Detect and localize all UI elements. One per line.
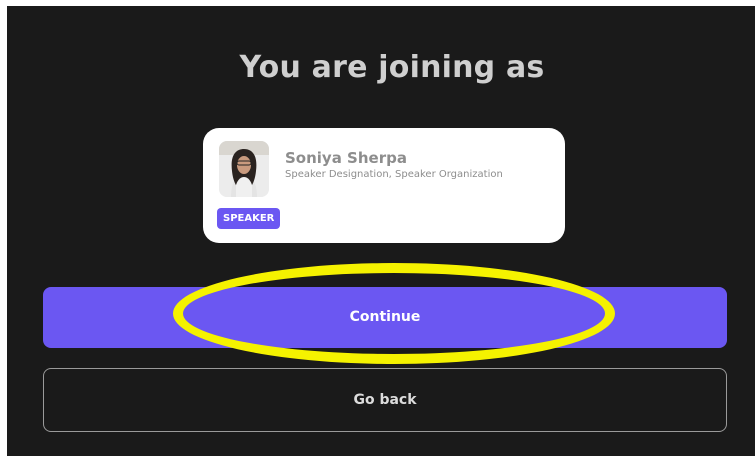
role-badge: SPEAKER [217,208,281,229]
dialog-title: You are joining as [239,50,545,85]
user-avatar [219,141,269,197]
user-name: Soniya Sherpa [285,149,407,167]
avatar-photo-icon [219,141,269,197]
go-back-button[interactable]: Go back [43,368,727,432]
continue-button[interactable]: Continue [43,287,727,348]
join-dialog: You are joining as Soniya Sherpa Speaker… [7,6,755,456]
profile-card: Soniya Sherpa Speaker Designation, Speak… [203,128,565,243]
user-designation: Speaker Designation, Speaker Organizatio… [285,169,503,180]
